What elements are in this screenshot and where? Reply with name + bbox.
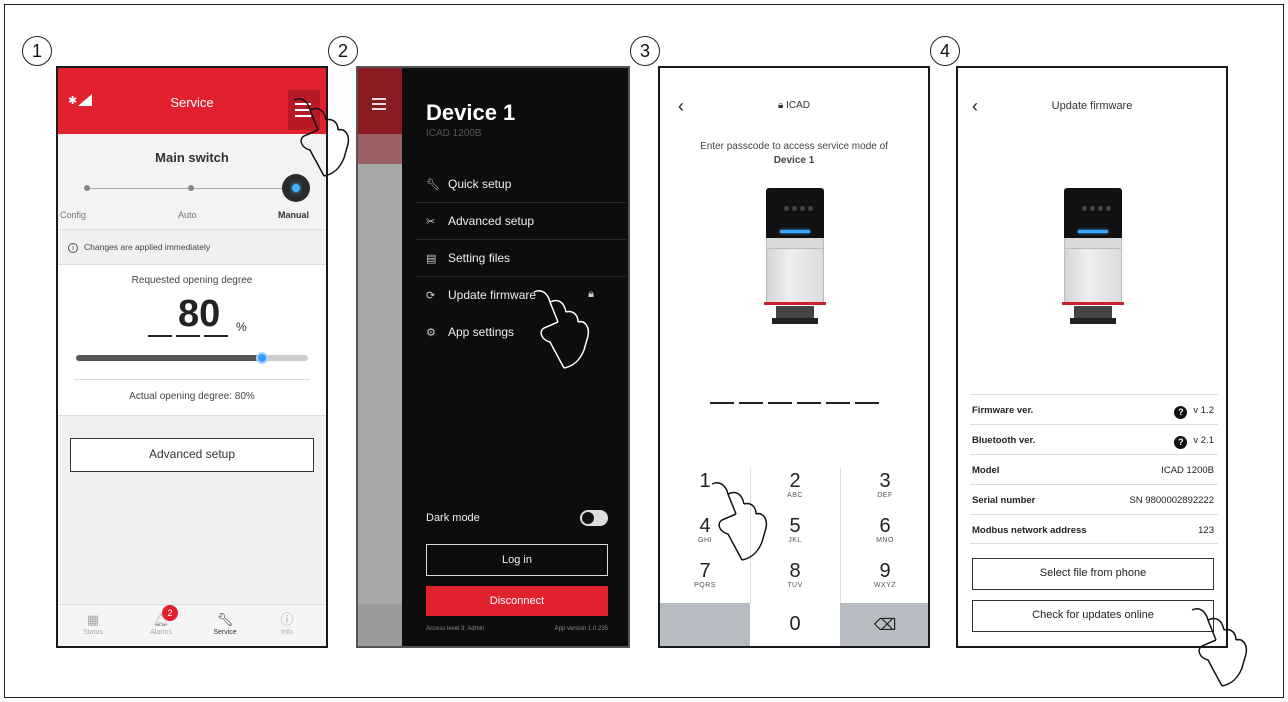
bell-icon: 🔔︎ (152, 612, 170, 627)
key-3[interactable]: 3 DEF (840, 468, 928, 513)
requested-value: 80 (178, 293, 221, 335)
hamburger-menu-icon[interactable] (288, 90, 320, 130)
hamburger-menu-icon[interactable] (358, 68, 402, 134)
phone-passcode-screen: ‹ 🔒︎ ICAD Enter passcode to access servi… (658, 66, 930, 648)
info-circle-icon: ⓘ (280, 612, 294, 627)
header-title: Update firmware (1051, 100, 1133, 112)
header-title: Service (170, 95, 214, 110)
info-note-text: Changes are applied immediately (84, 242, 211, 252)
login-button[interactable]: Log in (426, 544, 608, 576)
key-2[interactable]: 2 ABC (750, 468, 840, 513)
main-switch-title: Main switch (155, 150, 229, 165)
key-6[interactable]: 6 MNO (840, 513, 928, 558)
disconnect-button[interactable]: Disconnect (426, 586, 608, 616)
access-level: Access level 3: Admin (426, 626, 485, 632)
key-7[interactable]: 7 PQRS (660, 558, 750, 603)
device-illustration (762, 188, 828, 338)
lock-icon: 🔒︎ (777, 100, 787, 111)
info-note: i Changes are applied immediately (58, 230, 326, 264)
dark-mode-label: Dark mode (426, 512, 480, 524)
device-illustration (1060, 188, 1126, 338)
numeric-keypad: 1 2 ABC 3 DEF 4 GHI 5 JKL 6 MNO 7 PQRS 8 TUV 9W… (660, 468, 928, 646)
tab-info[interactable]: ⓘ Info (262, 611, 312, 636)
opening-degree-slider[interactable] (76, 352, 308, 364)
menu-item-setting-files[interactable]: ▤ Setting files (416, 240, 626, 277)
phone-update-firmware-screen: ‹ Update firmware Firmware ver.? v 1.2 Bl… (956, 66, 1228, 648)
service-header: ✱ Service (58, 68, 326, 134)
tools-icon: ✂ (426, 216, 436, 228)
option-config[interactable]: Config (60, 210, 86, 220)
passcode-prompt: Enter passcode to access service mode of… (700, 141, 888, 166)
firmware-icon: ⟳ (426, 290, 436, 302)
key-9[interactable]: 9 WXYZ (840, 558, 928, 603)
tab-service[interactable]: 🔧︎ Service (200, 611, 250, 636)
info-icon: i (68, 243, 78, 253)
info-row-modbus: Modbus network address 123 (970, 514, 1218, 544)
device-model: ICAD 1200B (426, 128, 482, 139)
grid-icon: ▦ (86, 612, 100, 627)
alarm-badge: 2 (162, 605, 178, 621)
info-row-model: Model ICAD 1200B (970, 454, 1218, 484)
info-row-firmware: Firmware ver.? v 1.2 (970, 394, 1218, 424)
wrench-icon: 🔧︎ (426, 179, 440, 191)
step-number-3: 3 (630, 36, 660, 66)
switch-stop-auto[interactable] (188, 185, 194, 191)
info-row-bluetooth: Bluetooth ver.? v 2.1 (970, 424, 1218, 454)
wrench-icon: 🔧︎ (216, 612, 234, 627)
option-auto[interactable]: Auto (178, 210, 197, 220)
requested-unit: % (236, 320, 247, 334)
lock-icon: 🔒︎ (588, 288, 594, 300)
menu-item-update-firmware[interactable]: ⟳ Update firmware (416, 277, 626, 314)
step-number-2: 2 (328, 36, 358, 66)
info-row-serial: Serial number SN 9800002892222 (970, 484, 1218, 514)
passcode-digits (710, 402, 882, 404)
phone-service-screen: ✱ Service Main switch Config Auto Manual… (56, 66, 328, 648)
tab-status[interactable]: ▦ Status (68, 611, 118, 636)
step-number-1: 1 (22, 36, 52, 66)
main-switch-section: Main switch Config Auto Manual (58, 134, 326, 230)
key-1[interactable]: 1 (660, 468, 750, 513)
help-icon[interactable]: ? (1174, 436, 1188, 449)
backspace-icon[interactable]: ⌫ (840, 603, 928, 646)
key-5[interactable]: 5 JKL (750, 513, 840, 558)
help-icon[interactable]: ? (1174, 406, 1188, 419)
switch-knob-manual[interactable] (282, 174, 310, 202)
option-manual[interactable]: Manual (278, 210, 309, 220)
key-0[interactable]: 0 (750, 603, 840, 646)
tab-bar: ▦ Status 🔔︎ Alarms 🔧︎ Service ⓘ Info 2 (58, 604, 326, 646)
requested-label: Requested opening degree (131, 275, 253, 286)
menu-item-advanced-setup[interactable]: ✂ Advanced setup (416, 203, 626, 240)
select-file-button[interactable]: Select file from phone (972, 558, 1214, 590)
step-number-4: 4 (930, 36, 960, 66)
dimmed-background (358, 68, 402, 646)
tab-alarms[interactable]: 🔔︎ Alarms (136, 611, 186, 636)
phone-menu-drawer: Device 1 ICAD 1200B 🔧︎ Quick setup ✂ Advan… (356, 66, 630, 648)
key-8[interactable]: 8 TUV (750, 558, 840, 603)
app-version: App version 1.0.235 (554, 626, 608, 632)
dark-mode-toggle[interactable] (580, 510, 608, 526)
slider-thumb[interactable] (255, 352, 268, 364)
check-updates-button[interactable]: Check for updates online (972, 600, 1214, 632)
device-title: Device 1 (426, 100, 516, 125)
key-4[interactable]: 4 GHI (660, 513, 750, 558)
file-icon: ▤ (426, 253, 437, 265)
advanced-setup-button[interactable]: Advanced setup (70, 438, 314, 472)
switch-stop-config[interactable] (84, 185, 90, 191)
actual-opening-degree: Actual opening degree: 80% (129, 391, 255, 402)
menu-item-app-settings[interactable]: ⚙ App settings (416, 314, 626, 351)
gear-icon: ⚙ (426, 327, 436, 339)
key-blank (660, 603, 750, 646)
header-title: 🔒︎ ICAD (777, 100, 810, 111)
opening-degree-section: Requested opening degree 80 % Actual ope… (58, 264, 326, 416)
menu-item-quick-setup[interactable]: 🔧︎ Quick setup (416, 166, 626, 203)
